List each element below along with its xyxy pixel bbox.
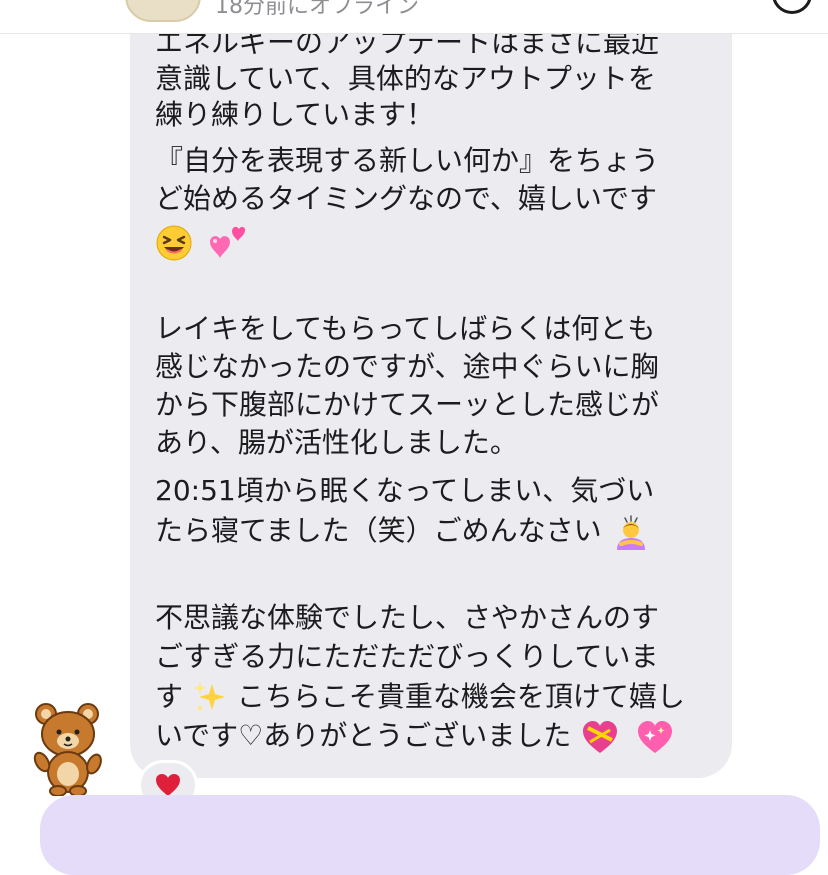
- message-line: 練り練りしています！: [155, 98, 435, 131]
- info-icon[interactable]: [772, 0, 812, 14]
- contact-status: 18分前にオフライン: [215, 0, 419, 19]
- message-line: す こちらこそ貴重な機会を頂けて嬉し: [155, 679, 685, 716]
- message-line: あり、腸が活性化しました。: [155, 426, 518, 459]
- message-line: 感じなかったのですが、途中ぐらいに胸: [155, 350, 659, 383]
- message-line-text: いです♡ありがとうございました: [155, 719, 572, 752]
- laughing-face-icon: [156, 225, 192, 261]
- bowing-person-icon: [616, 515, 645, 550]
- message-line: 不思議な体験でしたし、さやかさんのす: [155, 601, 660, 634]
- message-line: いです♡ありがとうございました: [155, 718, 675, 756]
- message-line: 『自分を表現する新しい何か』をちょう: [155, 144, 660, 177]
- bear-avatar[interactable]: [30, 700, 106, 796]
- message-line: たら寝てました（笑）ごめんなさい: [155, 512, 651, 552]
- sparkling-heart-icon: [638, 721, 673, 753]
- message-line: 意識していて、具体的なアウトプットを: [155, 62, 656, 95]
- message-line: 20:51頃から眠くなってしまい、気づい: [155, 474, 655, 507]
- message-line: ど始めるタイミングなので、嬉しいです: [155, 182, 658, 215]
- emoji-row: [155, 222, 248, 264]
- message-line-text: こちらこそ貴重な機会を頂けて嬉し: [236, 680, 685, 713]
- chat-header: 18分前にオフライン: [0, 0, 828, 34]
- message-line: レイキをしてもらってしばらくは何とも: [155, 312, 656, 345]
- sparkles-icon: [193, 682, 225, 712]
- contact-avatar[interactable]: [125, 0, 201, 22]
- two-hearts-icon: [209, 226, 246, 258]
- message-line: ごすぎる力にただただびっくりしていま: [155, 640, 659, 673]
- message-line-text: す: [155, 680, 184, 713]
- message-line: から下腹部にかけてスーッとした感じが: [155, 388, 660, 421]
- message-line-text: たら寝てました（笑）ごめんなさい: [155, 514, 602, 547]
- heart-with-ribbon-icon: [583, 721, 618, 753]
- next-message-bubble[interactable]: [40, 795, 820, 875]
